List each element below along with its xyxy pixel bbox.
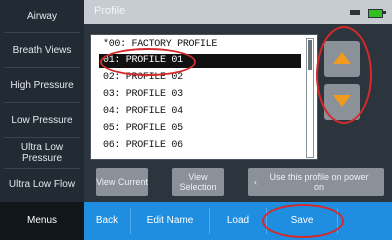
sidebar-item-label: High Pressure <box>10 79 74 91</box>
view-current-button[interactable]: View Current <box>96 168 148 196</box>
scroll-up-button[interactable] <box>324 41 360 77</box>
list-item[interactable]: 06: PROFILE 06 <box>103 139 183 153</box>
view-selection-button[interactable]: View Selection <box>172 168 224 196</box>
scroll-thumb[interactable] <box>308 40 312 70</box>
sidebar-item-airway[interactable]: Airway <box>0 0 84 32</box>
plug-icon <box>350 10 360 15</box>
edit-name-button[interactable]: Edit Name <box>131 202 209 240</box>
bullet-icon: ‹ <box>254 177 257 187</box>
sidebar-item-low-pressure[interactable]: Low Pressure <box>0 103 84 137</box>
sidebar-item-label: Airway <box>26 10 57 22</box>
save-button[interactable]: Save <box>267 202 337 240</box>
sidebar-item-ultra-low-flow[interactable]: Ultra Low Flow <box>0 169 84 199</box>
battery-icon <box>368 9 383 18</box>
list-item[interactable]: 04: PROFILE 04 <box>103 105 183 119</box>
view-current-label: View Current <box>96 177 148 187</box>
edit-name-label: Edit Name <box>146 215 194 226</box>
list-item[interactable]: 03: PROFILE 03 <box>103 88 183 102</box>
menus-button[interactable]: Menus <box>0 202 84 240</box>
view-selection-label: View Selection <box>179 172 217 192</box>
sidebar-item-label: Ultra Low Flow <box>8 178 76 190</box>
bottom-divider <box>337 208 338 234</box>
bottom-bar: Back Edit Name Load Save <box>84 202 392 240</box>
use-profile-on-power-on-button[interactable]: ‹ Use this profile on power on <box>248 168 384 196</box>
save-label: Save <box>290 215 314 226</box>
sidebar-item-label: Breath Views <box>12 44 72 56</box>
load-label: Load <box>226 215 250 226</box>
profile-screen: Airway Breath Views High Pressure Low Pr… <box>0 0 392 240</box>
scroll-down-button[interactable] <box>324 84 360 120</box>
list-item[interactable]: 05: PROFILE 05 <box>103 122 183 136</box>
page-title: Profile <box>94 5 126 17</box>
triangle-up-icon <box>333 52 351 64</box>
sidebar-item-breath-views[interactable]: Breath Views <box>0 33 84 67</box>
back-label: Back <box>95 215 119 226</box>
load-button[interactable]: Load <box>210 202 266 240</box>
sidebar-item-ultra-low-pressure[interactable]: Ultra Low Pressure <box>0 138 84 168</box>
list-item[interactable]: *00: FACTORY PROFILE <box>103 38 217 52</box>
menus-label: Menus <box>26 215 57 226</box>
sidebar-item-label: Low Pressure <box>11 114 73 126</box>
list-scrollbar[interactable] <box>306 38 314 158</box>
sidebar-item-label: Ultra Low Pressure <box>20 142 64 164</box>
list-item-selected[interactable]: 01: PROFILE 01 <box>99 54 301 68</box>
sidebar-item-high-pressure[interactable]: High Pressure <box>0 68 84 102</box>
list-item[interactable]: 02: PROFILE 02 <box>103 71 183 85</box>
battery-tip <box>383 11 386 14</box>
use-profile-label: Use this profile on power on <box>269 172 369 192</box>
triangle-down-icon <box>333 95 351 107</box>
back-button[interactable]: Back <box>84 202 130 240</box>
profile-list[interactable]: *00: FACTORY PROFILE 01: PROFILE 01 02: … <box>90 34 318 160</box>
title-bar: Profile <box>84 0 392 24</box>
